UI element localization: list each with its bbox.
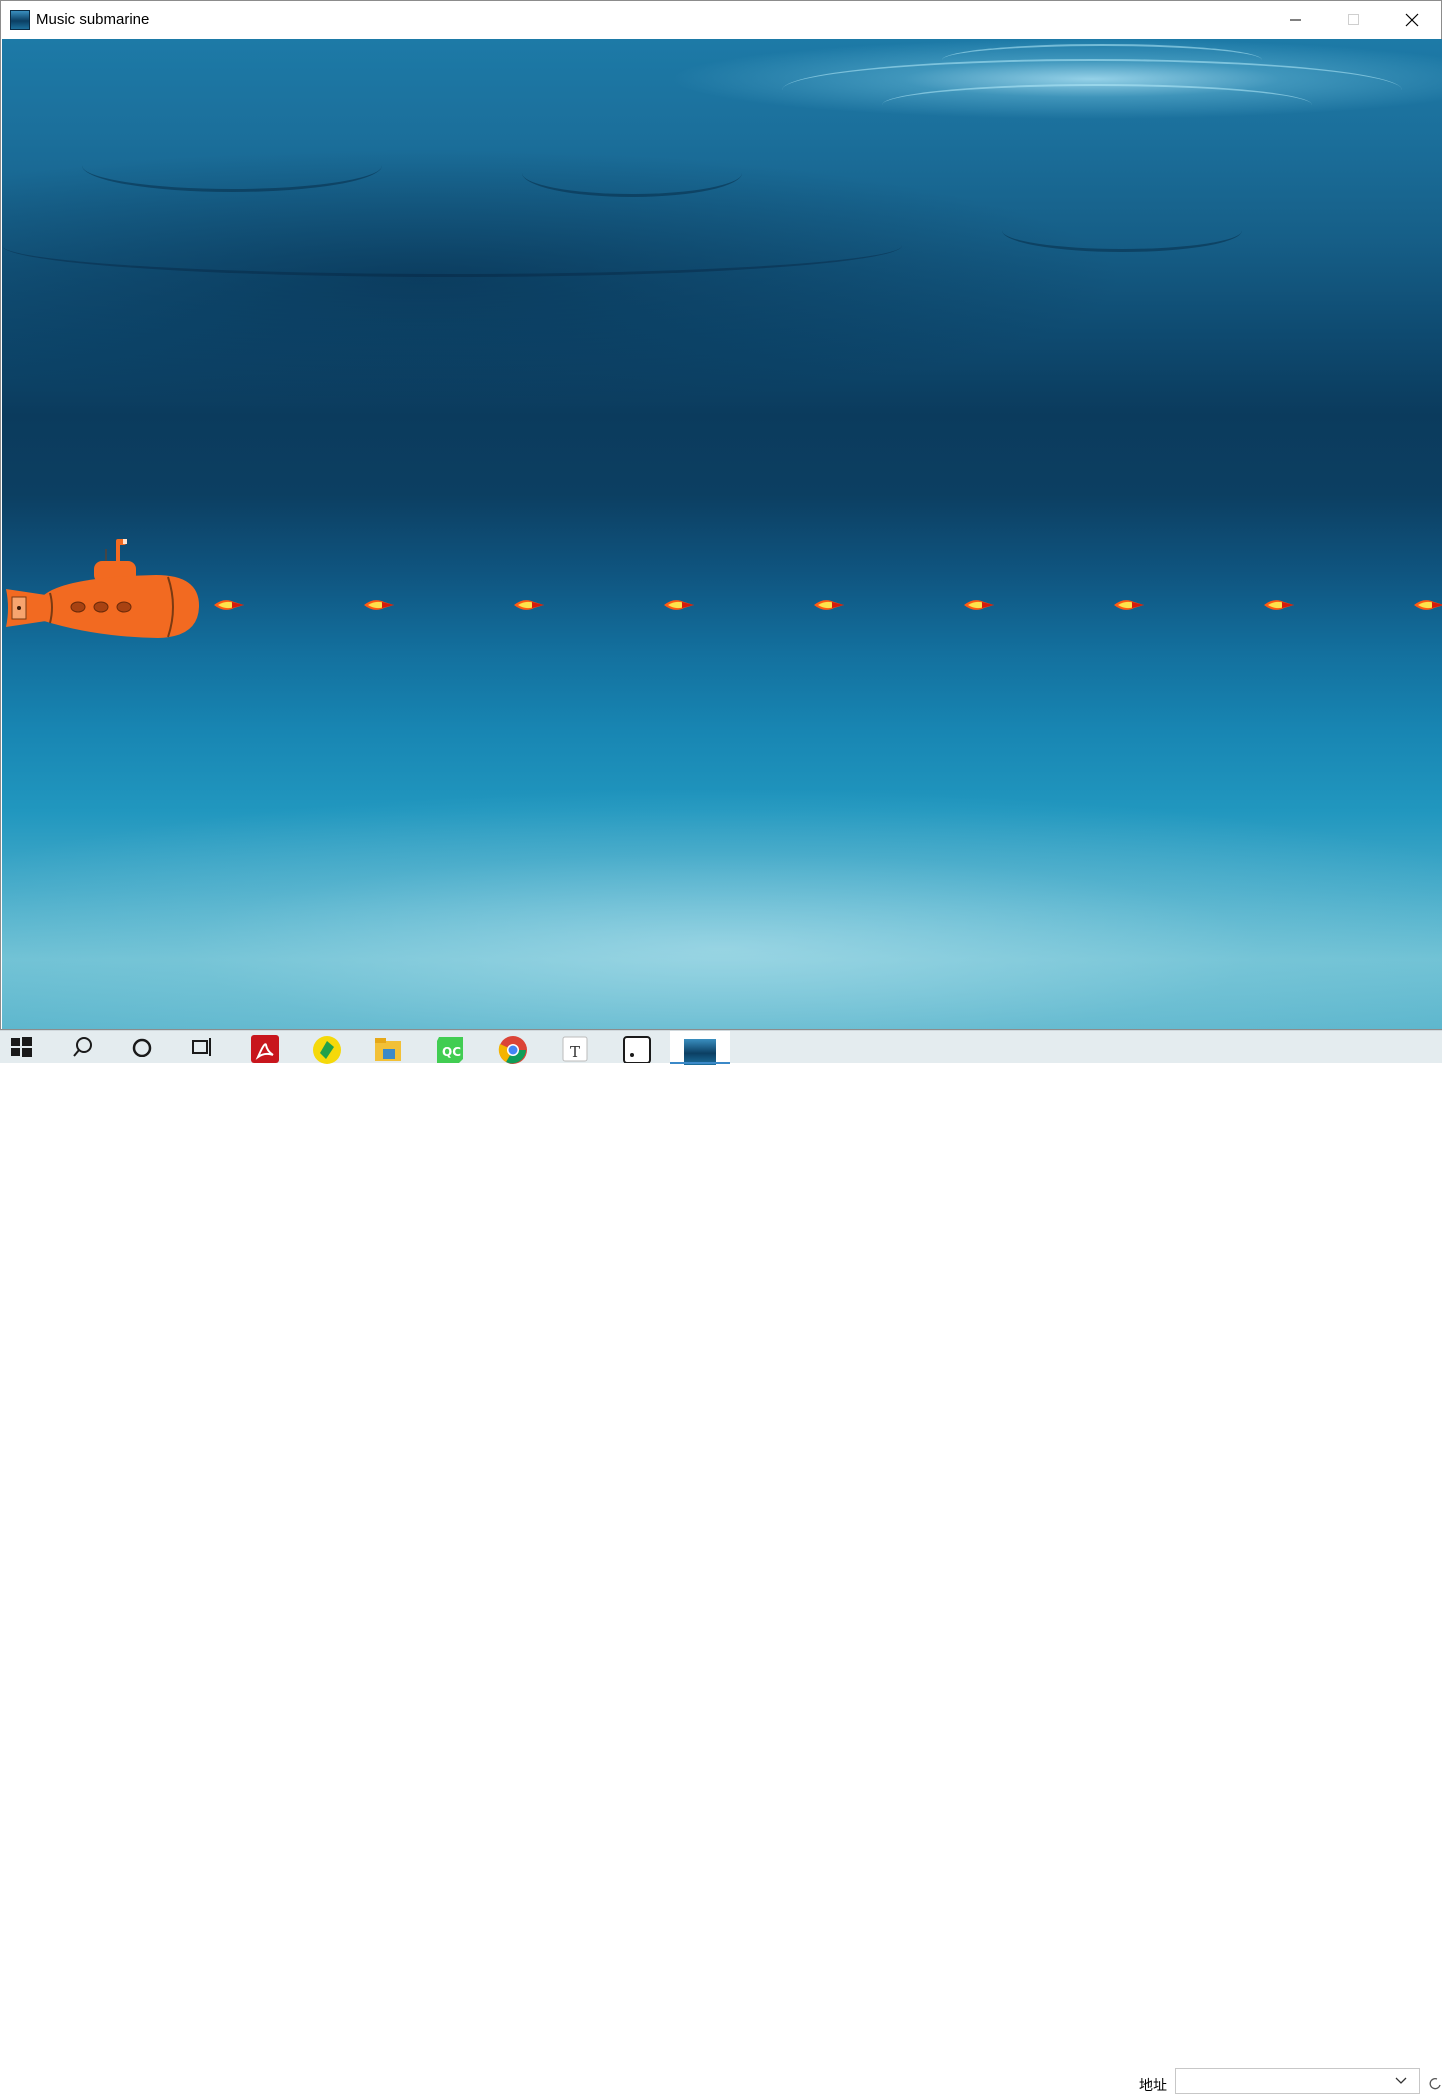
torpedo	[214, 600, 244, 610]
acrobat-icon	[251, 1035, 279, 1063]
dark-wave	[2, 214, 902, 277]
dark-wave	[82, 139, 382, 192]
terminal-icon	[623, 1036, 651, 1063]
dark-wave	[522, 149, 742, 197]
refresh-icon[interactable]	[1428, 2075, 1442, 2094]
address-label: 地址	[1139, 2078, 1167, 2094]
dark-wave	[1002, 209, 1242, 252]
task-view-icon	[192, 1038, 211, 1056]
window-controls	[1267, 1, 1441, 38]
svg-text:T: T	[570, 1043, 580, 1061]
typora-icon: T	[562, 1036, 588, 1062]
music-submarine-icon	[684, 1039, 716, 1065]
cortana-icon	[132, 1038, 152, 1057]
maximize-button[interactable]	[1325, 1, 1383, 38]
close-button[interactable]	[1383, 1, 1441, 38]
surface-ripple	[882, 84, 1312, 126]
file-explorer-icon	[375, 1038, 401, 1061]
torpedo	[1114, 600, 1144, 610]
title-bar[interactable]: Music submarine	[1, 1, 1441, 38]
window-title: Music submarine	[36, 11, 150, 28]
minimize-icon	[1290, 19, 1301, 20]
surface-ripple	[942, 44, 1262, 76]
sync-app-button[interactable]	[307, 1035, 347, 1064]
address-input[interactable]	[1175, 2068, 1420, 2094]
minimize-button[interactable]	[1267, 1, 1325, 38]
terminal-button[interactable]	[617, 1035, 657, 1064]
music-submarine-taskbar-button[interactable]	[670, 1031, 730, 1065]
typora-button[interactable]: T	[555, 1035, 595, 1064]
windows-start-button[interactable]	[2, 1035, 42, 1064]
taskbar: QC T 地址	[0, 1030, 1442, 2094]
chrome-button[interactable]	[493, 1035, 533, 1064]
search-icon	[73, 1037, 92, 1057]
submarine[interactable]	[6, 537, 202, 641]
torpedo	[514, 600, 544, 610]
maximize-icon	[1348, 13, 1359, 25]
torpedo	[364, 600, 394, 610]
windows-start-icon	[11, 1037, 32, 1057]
game-canvas[interactable]	[2, 39, 1442, 1029]
close-icon	[1405, 13, 1419, 26]
torpedo	[1414, 600, 1442, 610]
sync-app-icon	[313, 1036, 341, 1064]
search-button[interactable]	[63, 1035, 103, 1064]
chrome-icon	[498, 1036, 527, 1064]
qt-creator-button[interactable]: QC	[430, 1035, 470, 1064]
task-view-button[interactable]	[182, 1035, 222, 1064]
acrobat-button[interactable]	[245, 1035, 285, 1064]
torpedo	[664, 600, 694, 610]
cortana-button[interactable]	[122, 1035, 162, 1064]
app-icon	[10, 9, 30, 30]
torpedo	[814, 600, 844, 610]
chevron-down-icon[interactable]	[1395, 2077, 1407, 2085]
qt-creator-icon: QC	[437, 1037, 463, 1063]
svg-text:QC: QC	[442, 1045, 461, 1059]
torpedo	[964, 600, 994, 610]
app-window: Music submarine	[0, 0, 1442, 1030]
torpedo	[1264, 600, 1294, 610]
file-explorer-button[interactable]	[368, 1035, 408, 1064]
